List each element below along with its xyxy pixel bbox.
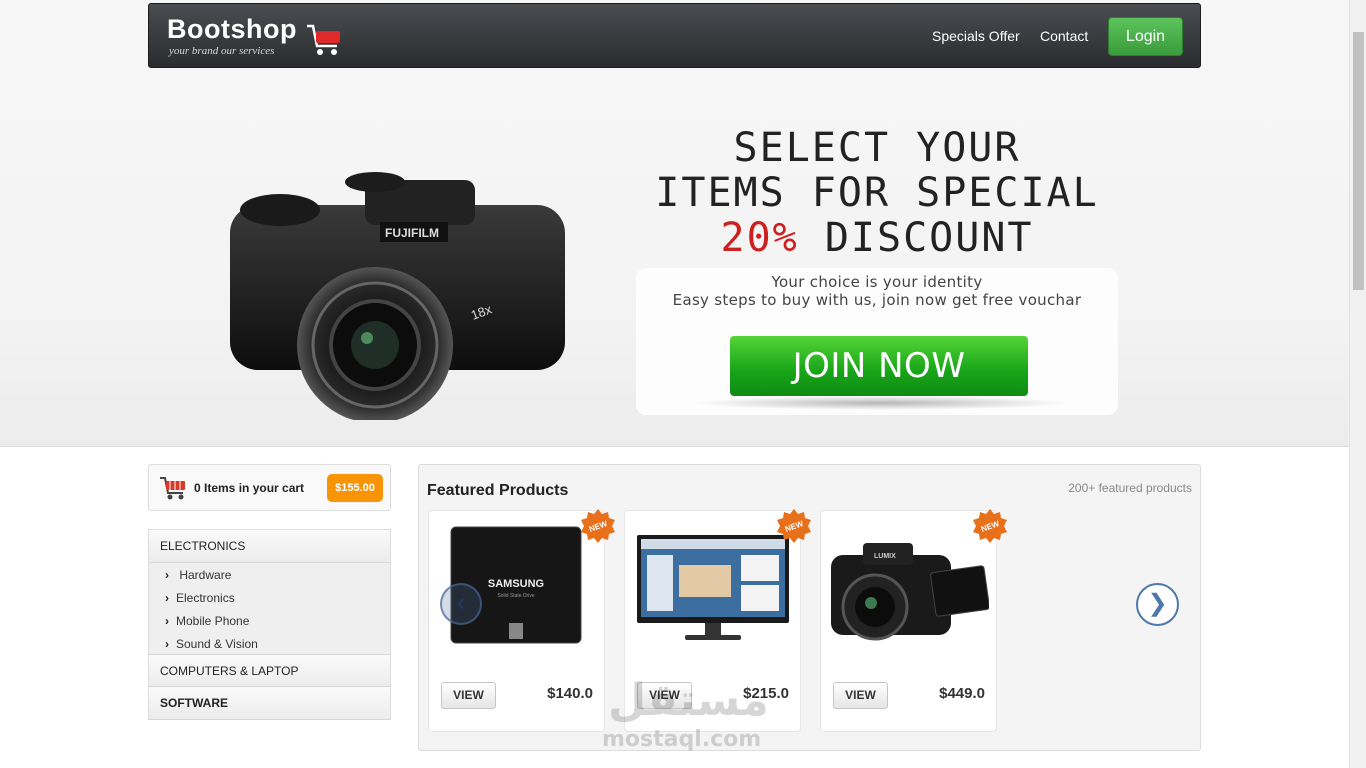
product-price: $140.0: [547, 685, 593, 702]
subcategory-item[interactable]: › Mobile Phone: [165, 614, 249, 628]
chevron-right-icon: ›: [165, 637, 169, 651]
top-navbar: Bootshop your brand our services Special…: [148, 3, 1201, 68]
cart-icon: [160, 477, 185, 500]
cart-total-badge: $155.00: [327, 474, 383, 502]
new-badge: NEW: [973, 509, 1007, 543]
shopping-cart-icon: [307, 24, 340, 55]
page-scrollbar[interactable]: [1349, 0, 1366, 768]
lumix-camera-product-image: LUMIX: [831, 543, 989, 641]
brand-tagline: your brand our services: [169, 45, 275, 57]
join-button-shadow: [691, 396, 1071, 410]
monitor-product-image: [637, 535, 789, 640]
promo-box: Your choice is your identity Easy steps …: [636, 268, 1118, 415]
hero-headline: SELECT YOUR ITEMS FOR SPECIAL 20% DISCOU…: [636, 126, 1118, 261]
subcategory-label: Electronics: [176, 591, 235, 605]
subcategory-label: Hardware: [179, 568, 232, 582]
subcategory-item[interactable]: › Sound & Vision: [165, 637, 258, 651]
view-button[interactable]: VIEW: [833, 682, 888, 709]
nav-contact[interactable]: Contact: [1040, 28, 1088, 44]
discount-word: DISCOUNT: [824, 215, 1034, 261]
join-now-button[interactable]: JOIN NOW: [730, 336, 1028, 396]
camera-brand-label: FUJIFILM: [385, 226, 439, 240]
watermark-latin: mostaql.com: [602, 727, 762, 752]
new-badge: NEW: [777, 509, 811, 543]
subcategory-item[interactable]: › Hardware: [165, 568, 231, 582]
category-software[interactable]: SOFTWARE: [149, 687, 390, 720]
lumix-brand-label: LUMIX: [874, 553, 896, 560]
carousel-next-icon[interactable]: ❯: [1136, 583, 1179, 626]
chevron-right-icon: ›: [165, 614, 169, 628]
ssd-sub-label: Solid State Drive: [497, 593, 534, 599]
ssd-brand-label: SAMSUNG: [488, 578, 544, 590]
new-badge: NEW: [581, 509, 615, 543]
promo-subtext-1: Your choice is your identity: [771, 273, 983, 291]
brand-name: Bootshop: [167, 14, 297, 44]
headline-line-1: SELECT YOUR: [733, 125, 1021, 171]
headline-line-3: 20% DISCOUNT: [636, 216, 1118, 261]
featured-count: 200+ featured products: [1068, 481, 1192, 495]
watermark-arabic: مستقل: [608, 675, 769, 726]
category-electronics[interactable]: ELECTRONICS: [149, 530, 390, 563]
promo-subtext-2: Easy steps to buy with us, join now get …: [672, 291, 1082, 309]
brand-logo[interactable]: Bootshop your brand our services: [167, 14, 347, 60]
scrollbar-thumb[interactable]: [1353, 32, 1364, 290]
product-card[interactable]: LUMIX NEW VIEW $449.0: [820, 509, 1007, 732]
subcategory-item[interactable]: › Electronics: [165, 591, 235, 605]
featured-title: Featured Products: [427, 482, 569, 499]
category-computers-laptop[interactable]: COMPUTERS & LAPTOP: [149, 654, 390, 687]
nav-specials-offer[interactable]: Specials Offer: [932, 28, 1020, 44]
chevron-right-icon: ›: [165, 568, 169, 582]
product-price: $449.0: [939, 685, 985, 702]
subcategory-label: Mobile Phone: [176, 614, 250, 628]
carousel-prev-icon[interactable]: ‹: [440, 583, 482, 625]
chevron-right-icon: ›: [165, 591, 169, 605]
category-sidebar: ELECTRONICS › Hardware › Electronics › Mob…: [148, 529, 391, 720]
watermark-logo: مستقل mostaql.com: [600, 675, 770, 755]
camera-image: FUJIFILM 18x: [230, 172, 565, 420]
subcategory-label: Sound & Vision: [176, 637, 258, 651]
login-button[interactable]: Login: [1108, 17, 1183, 56]
featured-products-panel: Featured Products 200+ featured products…: [418, 464, 1201, 751]
cart-summary[interactable]: 0 Items in your cart $155.00: [148, 464, 391, 511]
cart-item-count: 0 Items in your cart: [194, 481, 305, 495]
headline-line-2: ITEMS FOR SPECIAL: [655, 170, 1099, 216]
discount-percent: 20%: [720, 215, 799, 261]
view-button[interactable]: VIEW: [441, 682, 496, 709]
